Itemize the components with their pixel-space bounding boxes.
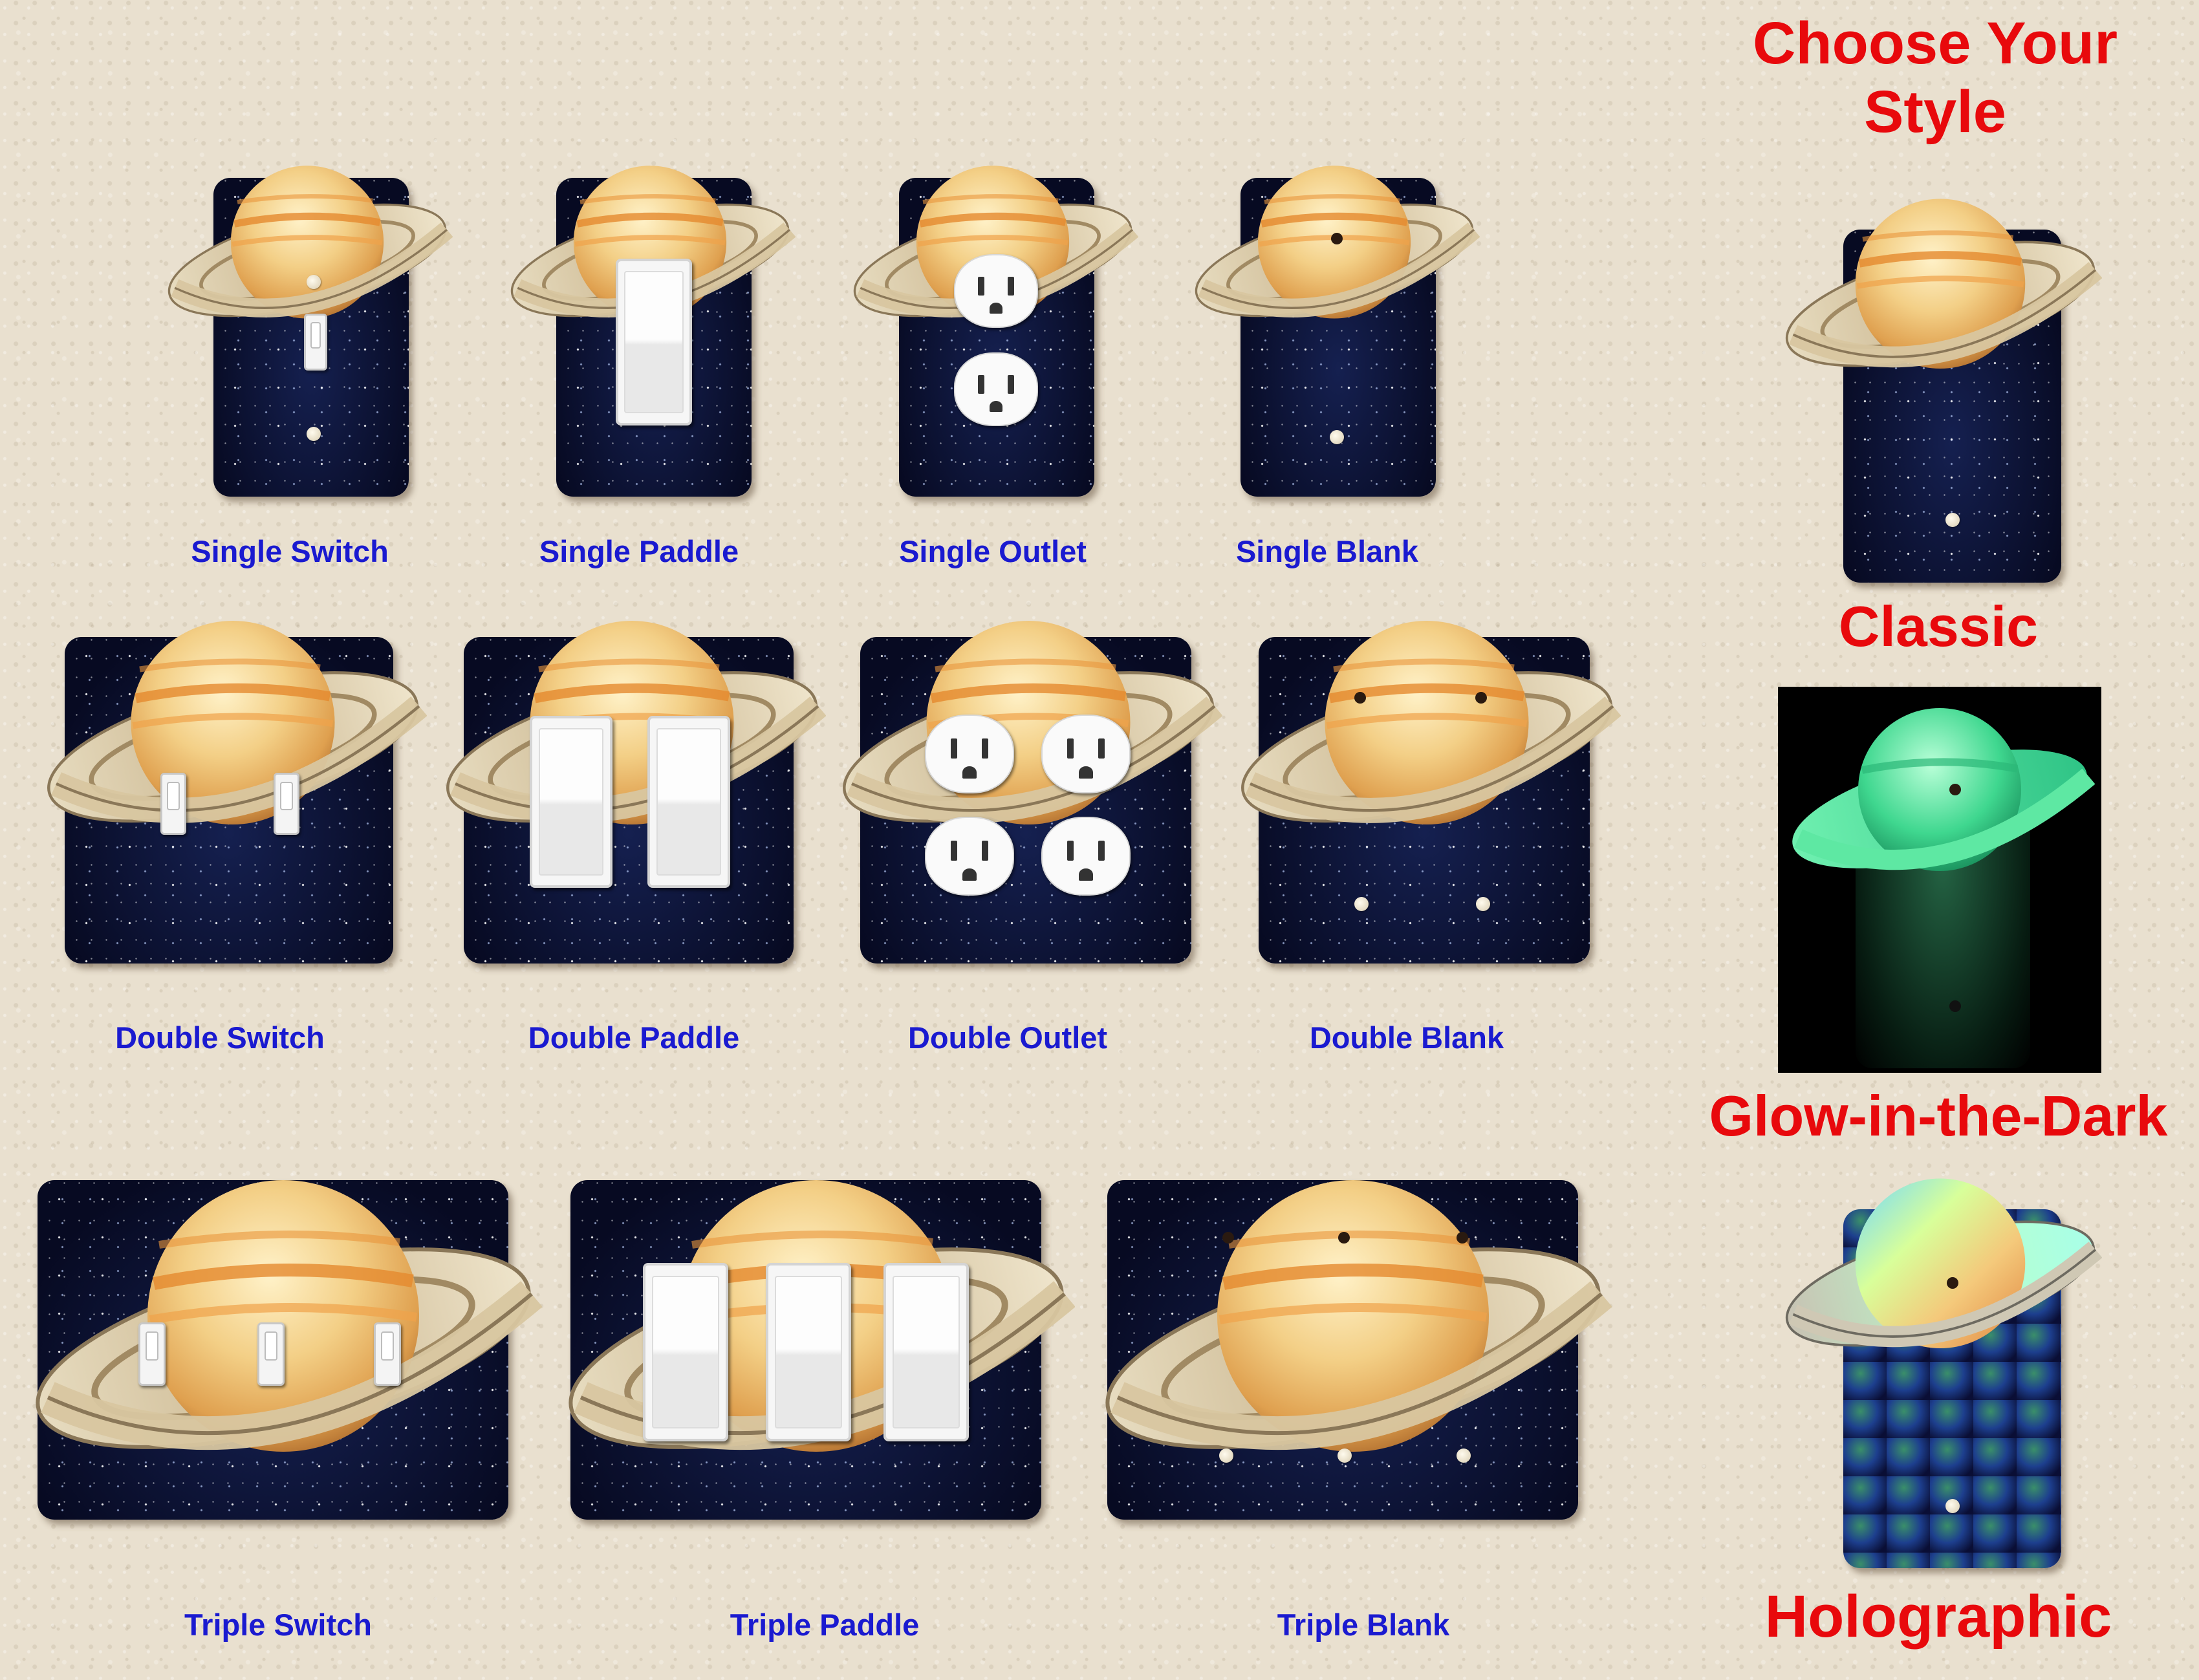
style-label-glow[interactable]: Glow-in-the-Dark: [1709, 1083, 2168, 1148]
page-title: Choose Your Style: [1753, 10, 2118, 147]
screw-icon: [307, 275, 321, 289]
caption-single-outlet: Single Outlet: [899, 534, 1087, 568]
toggle-switch: [257, 1322, 285, 1386]
outlet-receptacle: [925, 817, 1014, 896]
style-holographic-preview[interactable]: [1843, 1209, 2061, 1568]
outlet-receptacle: [954, 352, 1038, 426]
caption-double-switch: Double Switch: [115, 1020, 325, 1055]
screw-icon: [1354, 897, 1369, 911]
screw-icon: [1457, 1448, 1471, 1463]
caption-single-switch: Single Switch: [191, 534, 389, 568]
saturn-icon: [1779, 1170, 2102, 1364]
caption-single-paddle: Single Paddle: [539, 534, 739, 568]
style-glow-preview[interactable]: [1778, 687, 2101, 1073]
saturn-icon: [162, 158, 453, 333]
screw-hole: [1949, 784, 1961, 795]
plate-triple-switch[interactable]: [38, 1180, 508, 1520]
paddle-switch: [766, 1263, 851, 1441]
page-title-line2: Style: [1864, 78, 2006, 145]
toggle-switch: [160, 773, 186, 835]
saturn-icon: [1094, 1167, 1612, 1478]
screw-hole: [1331, 233, 1343, 244]
screw-icon: [1219, 1448, 1233, 1463]
caption-triple-blank: Triple Blank: [1277, 1608, 1450, 1642]
plate-double-blank[interactable]: [1259, 637, 1590, 964]
paddle-switch: [647, 716, 730, 888]
plate-single-switch[interactable]: [213, 178, 409, 497]
plate-single-paddle[interactable]: [556, 178, 752, 497]
screw-hole: [1354, 692, 1366, 704]
caption-double-outlet: Double Outlet: [907, 1020, 1108, 1055]
screw-hole: [1949, 1000, 1961, 1012]
style-classic-preview[interactable]: [1843, 230, 2061, 583]
screw-hole: [1475, 692, 1487, 704]
toggle-switch: [274, 773, 299, 835]
caption-triple-switch: Triple Switch: [184, 1608, 372, 1642]
plate-double-switch[interactable]: [65, 637, 393, 964]
screw-hole: [1222, 1232, 1234, 1244]
page-title-line1: Choose Your: [1753, 10, 2118, 76]
style-label-classic[interactable]: Classic: [1839, 594, 2038, 659]
saturn-icon: [1779, 191, 2102, 385]
screw-hole: [1457, 1232, 1468, 1244]
saturn-icon: [25, 1167, 542, 1478]
screw-icon: [307, 427, 321, 441]
style-label-holographic[interactable]: Holographic: [1765, 1583, 2112, 1652]
screw-icon: [1476, 897, 1490, 911]
saturn-icon: [834, 611, 1222, 844]
plate-single-blank[interactable]: [1240, 178, 1436, 497]
outlet-receptacle: [925, 715, 1014, 793]
screw-icon: [1945, 1499, 1960, 1513]
plate-single-outlet[interactable]: [899, 178, 1094, 497]
toggle-switch: [374, 1322, 401, 1386]
outlet-receptacle: [1041, 715, 1131, 793]
outlet-receptacle: [1041, 817, 1131, 896]
plate-double-paddle[interactable]: [464, 637, 794, 964]
plate-double-outlet[interactable]: [860, 637, 1191, 964]
screw-hole: [1947, 1277, 1958, 1289]
screw-icon: [1338, 1448, 1352, 1463]
screw-hole: [1338, 1232, 1350, 1244]
screw-icon: [1945, 513, 1960, 527]
screw-icon: [1330, 430, 1344, 444]
outlet-receptacle: [954, 254, 1038, 328]
caption-double-paddle: Double Paddle: [528, 1020, 740, 1055]
paddle-switch: [883, 1263, 969, 1441]
saturn-icon: [1784, 700, 2095, 887]
saturn-icon: [1233, 611, 1621, 844]
paddle-switch: [616, 259, 692, 425]
saturn-icon: [39, 611, 427, 844]
plate-triple-paddle[interactable]: [570, 1180, 1041, 1520]
caption-triple-paddle: Triple Paddle: [730, 1608, 920, 1642]
caption-double-blank: Double Blank: [1309, 1020, 1504, 1055]
paddle-switch: [530, 716, 612, 888]
saturn-icon: [438, 611, 826, 844]
toggle-switch: [138, 1322, 166, 1386]
toggle-switch: [304, 314, 327, 371]
caption-single-blank: Single Blank: [1235, 534, 1419, 568]
saturn-icon: [1189, 158, 1480, 333]
plate-triple-blank[interactable]: [1107, 1180, 1578, 1520]
paddle-switch: [643, 1263, 728, 1441]
